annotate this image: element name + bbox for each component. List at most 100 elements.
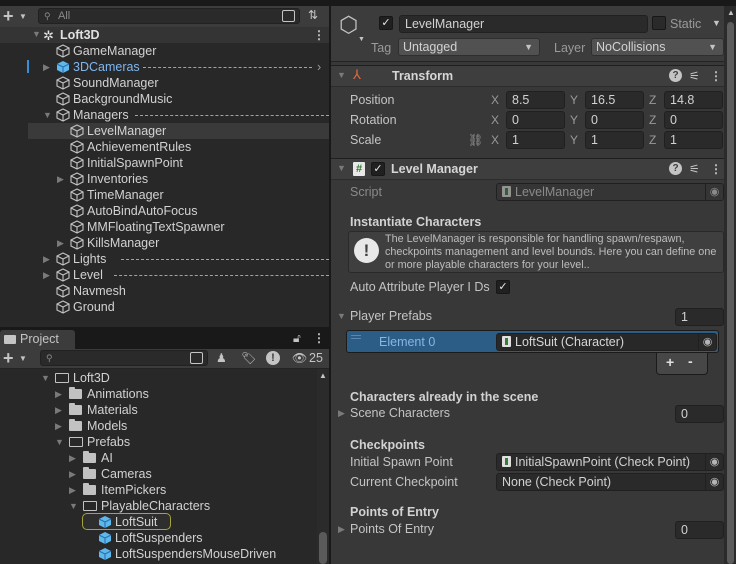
scroll-up-icon[interactable]: ▲ (727, 8, 735, 17)
transform-header[interactable]: ▼ ⅄ Transform ? ⚟ ⋮ (331, 65, 724, 87)
chevron-down-icon[interactable]: ▼ (19, 354, 27, 363)
project-item[interactable]: ▼ Prefabs (0, 434, 317, 450)
collapse-arrow-icon[interactable]: ▼ (337, 163, 346, 173)
hierarchy-item[interactable]: AchievementRules (0, 139, 329, 155)
more-options-icon[interactable]: ⋮ (313, 331, 325, 345)
sort-icon[interactable]: ⇅ (308, 8, 318, 22)
active-checkbox[interactable]: ✓ (379, 16, 393, 30)
expand-arrow-icon[interactable]: ▼ (55, 434, 64, 450)
object-picker-icon[interactable]: ◉ (705, 474, 723, 490)
hierarchy-item[interactable]: BackgroundMusic (0, 91, 329, 107)
expand-arrow-icon[interactable]: ▶ (69, 466, 76, 482)
position-x-input[interactable]: 8.5 (506, 91, 565, 109)
auto-attribute-checkbox[interactable]: ✓ (496, 280, 510, 294)
object-picker-icon[interactable]: ◉ (698, 334, 716, 350)
add-icon[interactable]: + (3, 349, 14, 367)
layer-dropdown[interactable]: NoCollisions ▼ (591, 38, 724, 56)
expand-arrow-icon[interactable]: ▶ (338, 408, 345, 419)
more-options-icon[interactable]: ⋮ (313, 27, 325, 43)
expand-arrow-icon[interactable]: ▶ (57, 235, 64, 251)
hierarchy-item[interactable]: ▼ Managers (0, 107, 329, 123)
expand-arrow-icon[interactable]: ▼ (32, 29, 41, 39)
project-scroll-thumb[interactable] (319, 532, 327, 564)
help-icon[interactable]: ? (669, 69, 682, 82)
chevron-down-icon[interactable]: ▼ (19, 12, 27, 21)
collapse-arrow-icon[interactable]: ▼ (337, 70, 346, 80)
points-of-entry-size[interactable]: 0 (675, 521, 724, 539)
drag-handle-icon[interactable] (351, 335, 361, 336)
expand-arrow-icon[interactable]: ▶ (43, 59, 50, 75)
remove-element-button[interactable]: - (688, 353, 693, 369)
scale-x-input[interactable]: 1 (506, 131, 565, 149)
position-z-input[interactable]: 14.8 (664, 91, 723, 109)
hierarchy-item[interactable]: Ground (0, 299, 329, 315)
expand-arrow-icon[interactable]: ▼ (43, 107, 52, 123)
search-window-icon[interactable] (190, 352, 203, 364)
expand-arrow-icon[interactable]: ▶ (57, 171, 64, 187)
lock-icon[interactable]: 🔓︎ (293, 331, 301, 346)
constrain-proportions-icon[interactable]: ⛓︎ (468, 133, 483, 147)
project-item[interactable]: ▶ Cameras (0, 466, 317, 482)
scale-z-input[interactable]: 1 (664, 131, 723, 149)
scale-y-input[interactable]: 1 (585, 131, 644, 149)
project-item[interactable]: ▶ ItemPickers (0, 482, 317, 498)
expand-arrow-icon[interactable]: ▶ (43, 251, 50, 267)
component-enabled-checkbox[interactable]: ✓ (371, 162, 385, 176)
expand-arrow-icon[interactable]: ▼ (41, 370, 50, 386)
initial-spawn-field[interactable]: InitialSpawnPoint (Check Point) ◉ (496, 453, 724, 471)
hierarchy-item[interactable]: GameManager (0, 43, 329, 59)
hierarchy-item[interactable]: ▶ Inventories (0, 171, 329, 187)
hierarchy-item[interactable]: AutoBindAutoFocus (0, 203, 329, 219)
hierarchy-item[interactable]: MMFloatingTextSpawner (0, 219, 329, 235)
filter-by-type-icon[interactable]: ♟ (216, 351, 227, 365)
static-checkbox[interactable] (652, 16, 666, 30)
inspector-scroll-thumb[interactable] (727, 22, 734, 564)
add-element-button[interactable]: + (666, 354, 674, 370)
chevron-right-icon[interactable]: › (317, 59, 321, 75)
expand-arrow-icon[interactable]: ▼ (337, 311, 346, 321)
list-element-row[interactable]: Element 0 LoftSuit (Character) ◉ (346, 330, 719, 353)
chevron-down-icon[interactable]: ▼ (358, 36, 365, 43)
hierarchy-item[interactable]: InitialSpawnPoint (0, 155, 329, 171)
hierarchy-item[interactable]: ▶ 3DCameras › (0, 59, 329, 75)
project-item[interactable]: ▶ Animations (0, 386, 317, 402)
hierarchy-item[interactable]: SoundManager (0, 75, 329, 91)
expand-arrow-icon[interactable]: ▼ (69, 498, 78, 514)
project-search-input[interactable]: ⚲ (40, 350, 208, 366)
expand-arrow-icon[interactable]: ▶ (338, 524, 345, 535)
project-item[interactable]: LoftSuit (0, 514, 317, 530)
level-manager-header[interactable]: ▼ # ✓ Level Manager ? ⚟ ⋮ (331, 158, 724, 180)
expand-arrow-icon[interactable]: ▶ (55, 386, 62, 402)
element-object-field[interactable]: LoftSuit (Character) ◉ (496, 333, 717, 351)
gameobject-cube-icon[interactable]: ⬡ (339, 14, 358, 36)
rotation-z-input[interactable]: 0 (664, 111, 723, 129)
more-options-icon[interactable]: ⋮ (710, 162, 722, 176)
expand-arrow-icon[interactable]: ▶ (69, 482, 76, 498)
tab-project[interactable]: Project (0, 330, 75, 349)
project-item[interactable]: ▼ Loft3D (0, 370, 317, 386)
expand-arrow-icon[interactable]: ▶ (55, 418, 62, 434)
hierarchy-item[interactable]: Navmesh (0, 283, 329, 299)
hierarchy-item[interactable]: LevelManager (0, 123, 329, 139)
search-window-icon[interactable] (282, 10, 295, 22)
player-prefabs-size[interactable]: 1 (675, 308, 724, 326)
project-item[interactable]: LoftSuspenders (0, 530, 317, 546)
presets-icon[interactable]: ⚟ (689, 69, 700, 83)
project-item[interactable]: ▶ AI (0, 450, 317, 466)
rotation-x-input[interactable]: 0 (506, 111, 565, 129)
object-picker-icon[interactable]: ◉ (705, 454, 723, 470)
static-dropdown-icon[interactable]: ▼ (712, 18, 721, 28)
expand-arrow-icon[interactable]: ▶ (69, 450, 76, 466)
hierarchy-item[interactable]: TimeManager (0, 187, 329, 203)
position-y-input[interactable]: 16.5 (585, 91, 644, 109)
hierarchy-item[interactable]: ▶ Level (0, 267, 329, 283)
project-item[interactable]: ▶ Materials (0, 402, 317, 418)
warning-icon[interactable]: ! (266, 351, 280, 365)
hierarchy-item[interactable]: ▶ KillsManager (0, 235, 329, 251)
more-options-icon[interactable]: ⋮ (710, 69, 722, 83)
presets-icon[interactable]: ⚟ (689, 162, 700, 176)
project-item[interactable]: ▶ Models (0, 418, 317, 434)
project-item[interactable]: LoftSuspendersMouseDriven (0, 546, 317, 562)
add-icon[interactable]: + (3, 7, 14, 25)
tag-dropdown[interactable]: Untagged ▼ (398, 38, 540, 56)
